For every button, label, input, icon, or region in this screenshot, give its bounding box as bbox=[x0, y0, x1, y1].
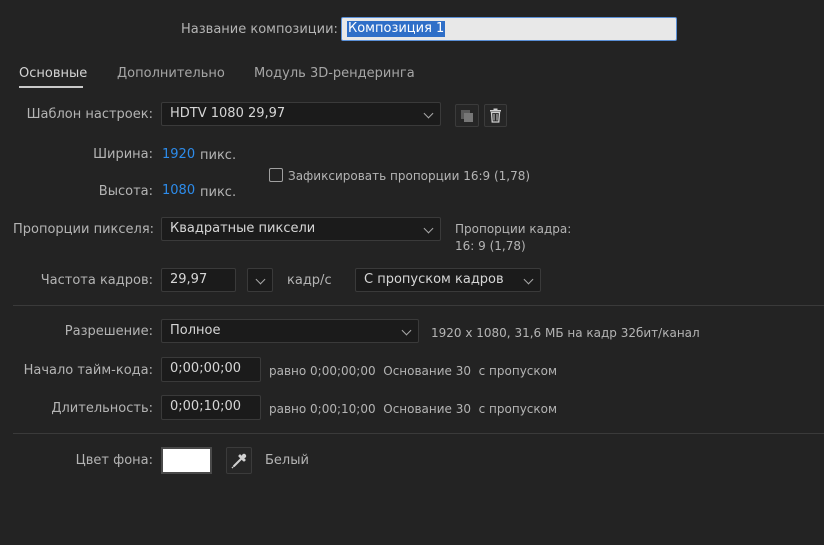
height-value[interactable]: 1080 bbox=[162, 183, 195, 198]
width-label: Ширина: bbox=[93, 147, 153, 162]
bg-color-name: Белый bbox=[265, 453, 309, 468]
pixel-aspect-dropdown[interactable]: Квадратные пиксели bbox=[161, 217, 441, 241]
duration-info: равно 0;00;10;00 Основание 30 с пропуско… bbox=[269, 402, 558, 416]
start-timecode-label: Начало тайм-кода: bbox=[23, 363, 153, 378]
chevron-down-icon bbox=[423, 223, 434, 234]
preset-label: Шаблон настроек: bbox=[26, 107, 153, 122]
resolution-dropdown[interactable]: Полное bbox=[161, 319, 419, 343]
drop-frame-value: С пропуском кадров bbox=[364, 272, 504, 287]
tab-active-underline bbox=[19, 86, 83, 88]
trash-icon bbox=[490, 108, 501, 123]
pixel-aspect-value: Квадратные пиксели bbox=[170, 221, 316, 236]
bg-color-swatch[interactable] bbox=[161, 447, 212, 474]
frame-rate-presets-dropdown[interactable] bbox=[247, 268, 273, 292]
comp-name-label: Название композиции: bbox=[181, 22, 338, 37]
bg-color-label: Цвет фона: bbox=[75, 453, 153, 468]
resolution-value: Полное bbox=[170, 323, 221, 338]
width-unit: пикс. bbox=[200, 148, 237, 163]
duration-input[interactable]: 0;00;10;00 bbox=[161, 395, 261, 420]
frame-aspect-label: Пропорции кадра: bbox=[455, 222, 572, 236]
chevron-down-icon bbox=[423, 108, 434, 119]
resolution-label: Разрешение: bbox=[64, 324, 153, 339]
lock-aspect-checkbox[interactable] bbox=[269, 168, 283, 182]
start-timecode-info: равно 0;00;00;00 Основание 30 с пропуско… bbox=[269, 364, 558, 378]
start-timecode-input[interactable]: 0;00;00;00 bbox=[161, 357, 261, 382]
section-divider bbox=[13, 433, 824, 434]
resolution-info: 1920 x 1080, 31,6 МБ на кадр 32бит/канал bbox=[431, 326, 700, 340]
save-preset-icon bbox=[461, 110, 473, 122]
comp-name-value: Композиция 1 bbox=[347, 21, 446, 37]
lock-aspect-label: Зафиксировать пропорции 16:9 (1,78) bbox=[288, 169, 531, 183]
chevron-down-icon bbox=[401, 325, 412, 336]
frame-rate-input[interactable]: 29,97 bbox=[161, 268, 236, 292]
delete-preset-button[interactable] bbox=[484, 104, 507, 127]
save-preset-button[interactable] bbox=[455, 104, 479, 127]
height-label: Высота: bbox=[98, 184, 153, 199]
width-value[interactable]: 1920 bbox=[162, 147, 195, 162]
duration-label: Длительность: bbox=[51, 401, 153, 416]
comp-name-input[interactable]: Композиция 1 bbox=[341, 17, 677, 41]
eyedropper-icon bbox=[231, 453, 247, 469]
tab-basic[interactable]: Основные bbox=[19, 66, 87, 81]
frame-rate-label: Частота кадров: bbox=[40, 273, 153, 288]
section-divider bbox=[13, 305, 824, 306]
eyedropper-button[interactable] bbox=[226, 447, 252, 474]
pixel-aspect-label: Пропорции пикселя: bbox=[13, 222, 155, 237]
chevron-down-icon bbox=[523, 274, 534, 285]
drop-frame-dropdown[interactable]: С пропуском кадров bbox=[355, 268, 541, 292]
preset-dropdown[interactable]: HDTV 1080 29,97 bbox=[161, 102, 441, 126]
tab-3d-renderer[interactable]: Модуль 3D-рендеринга bbox=[254, 66, 415, 81]
height-unit: пикс. bbox=[200, 185, 237, 200]
preset-value: HDTV 1080 29,97 bbox=[170, 106, 286, 121]
frame-rate-unit: кадр/с bbox=[287, 273, 332, 288]
chevron-down-icon bbox=[255, 274, 266, 285]
frame-aspect-value: 16: 9 (1,78) bbox=[455, 239, 526, 253]
tab-advanced[interactable]: Дополнительно bbox=[117, 66, 225, 81]
